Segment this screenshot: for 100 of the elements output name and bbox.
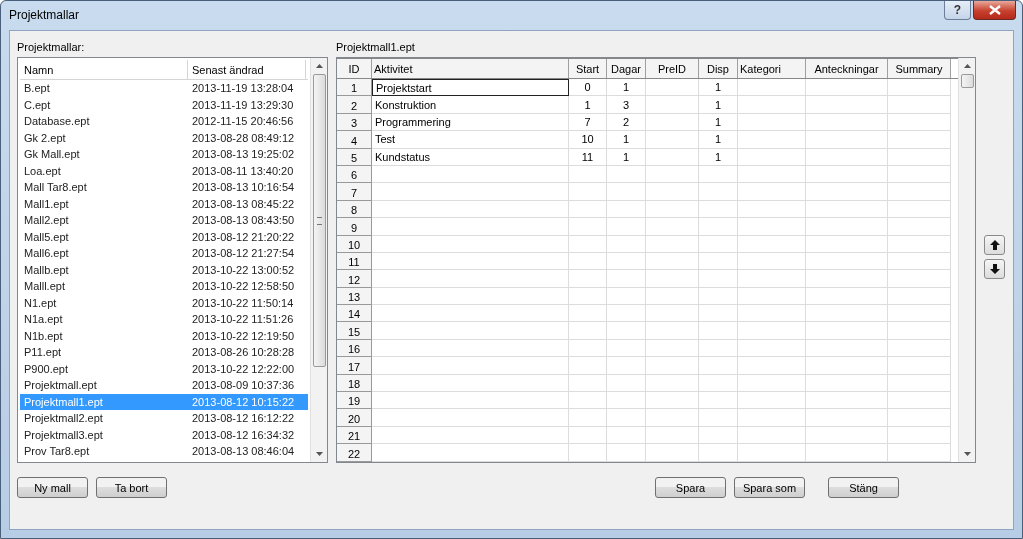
empty-cell[interactable] [699,444,738,462]
empty-cell[interactable] [806,79,888,97]
empty-cell[interactable] [646,305,699,323]
empty-cell[interactable] [806,339,888,358]
scroll-up-icon[interactable] [315,64,323,68]
empty-cell[interactable] [569,252,607,271]
empty-cell[interactable] [888,339,951,358]
table-cell[interactable] [372,270,569,288]
empty-cell[interactable] [806,305,888,323]
empty-cell[interactable] [569,322,607,340]
empty-cell[interactable] [888,374,951,393]
empty-cell[interactable] [607,322,646,340]
empty-cell[interactable] [646,165,699,184]
move-down-button[interactable] [984,259,1005,279]
table-cell[interactable] [372,218,569,236]
empty-cell[interactable] [888,165,951,184]
empty-cell[interactable] [607,392,646,410]
empty-cell[interactable] [699,235,738,253]
list-row[interactable]: B.ept 2013-11-19 13:28:04 [20,80,308,97]
empty-cell[interactable] [646,252,699,271]
row-number[interactable]: 14 [337,305,372,323]
empty-cell[interactable] [888,148,951,166]
empty-cell[interactable] [699,357,738,375]
empty-cell[interactable] [699,218,738,236]
empty-cell[interactable] [738,200,806,219]
empty-cell[interactable] [738,305,806,323]
empty-cell[interactable] [607,270,646,288]
empty-cell[interactable] [806,322,888,340]
empty-cell[interactable] [569,200,607,219]
list-row[interactable]: Gk Mall.ept 2013-08-13 19:25:02 [20,146,308,163]
empty-cell[interactable] [607,287,646,306]
empty-cell[interactable] [569,183,607,201]
empty-cell[interactable] [646,287,699,306]
dialog-button[interactable]: Stäng [828,477,899,498]
empty-cell[interactable] [806,392,888,410]
empty-cell[interactable] [699,392,738,410]
empty-cell[interactable] [738,374,806,393]
empty-cell[interactable] [699,409,738,427]
list-row[interactable]: P11.ept 2013-08-26 10:28:28 [20,344,308,361]
empty-cell[interactable] [806,165,888,184]
table-cell[interactable]: 1 [699,79,738,97]
empty-cell[interactable] [569,444,607,462]
table-cell[interactable]: Programmering [372,113,569,132]
row-number[interactable]: 20 [337,409,372,427]
list-row[interactable]: C.ept 2013-11-19 13:29:30 [20,96,308,113]
column-header[interactable]: Senast ändrad [188,60,306,79]
empty-cell[interactable] [738,183,806,201]
row-number[interactable]: 7 [337,183,372,201]
empty-cell[interactable] [888,113,951,132]
dialog-button[interactable]: Ta bort [96,477,167,498]
table-cell[interactable]: Projektstart [372,79,569,97]
table-cell[interactable]: 1 [699,148,738,166]
list-row[interactable]: Prov Tar8.ept 2013-08-13 08:46:04 [20,443,308,460]
empty-cell[interactable] [646,357,699,375]
scroll-thumb[interactable] [960,74,974,88]
dialog-button[interactable]: Ny mall [17,477,88,498]
column-header[interactable]: Start [569,59,607,78]
empty-cell[interactable] [699,339,738,358]
empty-cell[interactable] [806,200,888,219]
empty-cell[interactable] [888,270,951,288]
scrollbar[interactable] [310,58,327,462]
empty-cell[interactable] [607,409,646,427]
empty-cell[interactable] [699,200,738,219]
empty-cell[interactable] [888,409,951,427]
table-cell[interactable] [372,339,569,358]
empty-cell[interactable] [806,409,888,427]
empty-cell[interactable] [806,444,888,462]
table-cell[interactable] [372,183,569,201]
empty-cell[interactable] [888,305,951,323]
column-header[interactable]: Disp [699,59,738,78]
empty-cell[interactable] [738,409,806,427]
empty-cell[interactable] [738,322,806,340]
empty-cell[interactable] [888,96,951,114]
empty-cell[interactable] [806,96,888,114]
table-cell[interactable]: Kundstatus [372,148,569,166]
row-number[interactable]: 1 [337,79,372,97]
table-cell[interactable] [372,305,569,323]
list-row[interactable]: Mall6.ept 2013-08-12 21:27:54 [20,245,308,262]
table-cell[interactable]: 2 [607,113,646,132]
empty-cell[interactable] [888,200,951,219]
scroll-down-icon[interactable] [963,452,971,456]
empty-cell[interactable] [646,218,699,236]
scrollbar[interactable] [958,58,975,462]
empty-cell[interactable] [607,444,646,462]
empty-cell[interactable] [888,252,951,271]
empty-cell[interactable] [646,200,699,219]
row-number[interactable]: 4 [337,131,372,149]
row-number[interactable]: 17 [337,357,372,375]
empty-cell[interactable] [569,409,607,427]
empty-cell[interactable] [646,444,699,462]
empty-cell[interactable] [607,183,646,201]
list-row[interactable]: N1b.ept 2013-10-22 12:19:50 [20,327,308,344]
table-cell[interactable]: 1 [607,131,646,149]
empty-cell[interactable] [888,426,951,445]
empty-cell[interactable] [738,148,806,166]
empty-cell[interactable] [646,322,699,340]
empty-cell[interactable] [806,374,888,393]
table-cell[interactable]: 1 [699,113,738,132]
row-number[interactable]: 2 [337,96,372,114]
empty-cell[interactable] [607,218,646,236]
